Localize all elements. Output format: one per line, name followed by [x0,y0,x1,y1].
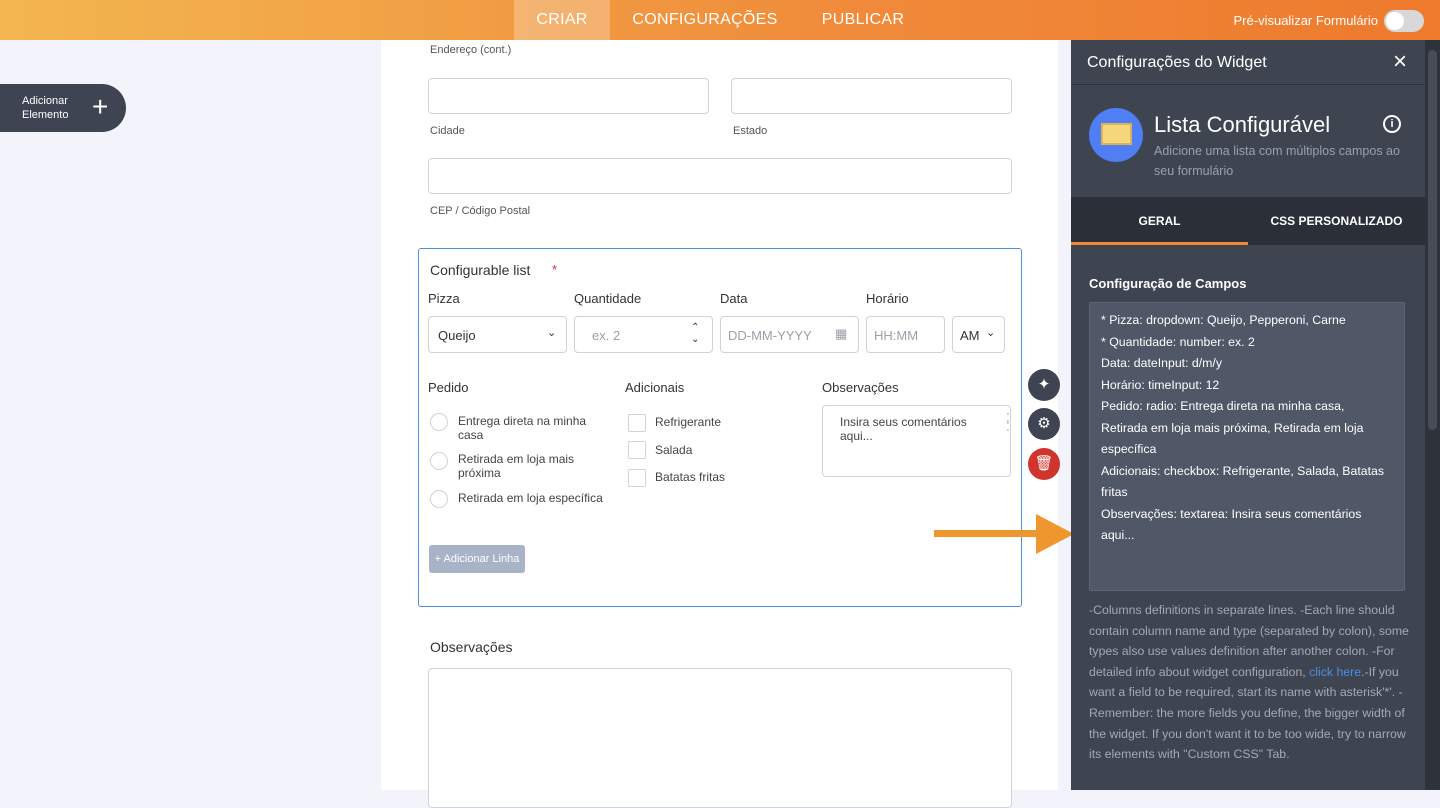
observacoes-label: Observações [430,639,513,655]
observacoes-textarea[interactable]: Insira seus comentários aqui... [822,405,1011,477]
adicionais-label: Adicionais [625,380,685,395]
observacoes-col-label: Observações [822,380,899,395]
widget-name: Lista Configurável [1154,112,1331,137]
tab-css[interactable]: CSS PERSONALIZADO [1248,197,1425,245]
zip-input[interactable] [428,158,1012,194]
add-row-button[interactable]: + Adicionar Linha [429,545,525,573]
plus-icon: + [92,91,109,122]
widget-icon [1089,108,1143,162]
tab-publicar[interactable]: PUBLICAR [808,0,918,40]
radio-label: Retirada em loja mais próxima [458,452,575,480]
time-placeholder: HH:MM [874,328,919,343]
pizza-select[interactable]: Queijo ⌄ [428,316,567,353]
chevron-down-icon: ⌄ [986,327,996,339]
checkbox[interactable] [628,441,646,459]
col-quantidade: Quantidade [574,291,642,306]
help-text-part: .-If you want a field to be required, st… [1089,664,1406,762]
list-title: Configurable list [430,262,531,278]
required-asterisk: * [552,262,558,277]
chevron-down-icon: ⌄ [547,327,557,339]
config-line: Horário: timeInput: 12 [1101,377,1220,392]
col-data: Data [720,291,748,306]
state-label: Estado [733,125,768,137]
config-line: Adicionais: checkbox: Refrigerante, Sala… [1101,463,1384,500]
quantity-input[interactable]: ex. 2 ⌃ ⌄ [574,316,713,353]
add-element-label: Adicionar Elemento [22,95,69,121]
widget-description: Adicione uma lista com múltiplos campos … [1154,144,1400,178]
city-input[interactable] [428,78,709,114]
panel-tabs: GERAL CSS PERSONALIZADO [1071,197,1425,245]
calendar-icon[interactable]: ▦ [835,326,847,342]
gear-icon[interactable]: ⚙ [1028,408,1060,440]
pedido-label: Pedido [428,380,469,395]
checkbox-label: Refrigerante [655,415,722,429]
widget-settings-panel: Configurações do Widget × Lista Configur… [1071,40,1425,790]
observacoes-field[interactable] [428,668,1012,808]
address-cont-label: Endereço (cont.) [430,44,512,56]
add-element-button[interactable]: Adicionar Elemento + [0,84,126,132]
date-placeholder: DD-MM-YYYY [728,328,812,343]
ampm-value: AM [960,328,980,343]
fields-config-textarea[interactable]: * Pizza: dropdown: Queijo, Pepperoni, Ca… [1089,302,1405,591]
config-line: Data: dateInput: d/m/y [1101,356,1222,370]
config-line: * Pizza: dropdown: Queijo, Pepperoni, Ca… [1101,313,1346,327]
radio-option[interactable] [430,413,448,431]
radio-label: Entrega direta na minha casa [458,414,587,442]
section-title: Configuração de Campos [1089,276,1247,291]
click-here-link[interactable]: click here [1309,665,1361,679]
panel-header: Configurações do Widget × [1071,40,1425,85]
radio-option[interactable] [430,452,448,470]
checkbox[interactable] [628,469,646,487]
checkbox-label: Salada [655,443,693,457]
date-input[interactable]: DD-MM-YYYY ▦ [720,316,859,353]
config-line: * Quantidade: number: ex. 2 [1101,334,1255,349]
radio-option[interactable] [430,490,448,508]
panel-title: Configurações do Widget [1087,54,1267,71]
radio-label: Retirada em loja específica [458,491,603,505]
preview-toggle[interactable] [1384,10,1424,32]
col-horario: Horário [866,291,909,306]
checkbox[interactable] [628,414,646,432]
config-line: Pedido: radio: Entrega direta na minha c… [1101,399,1364,456]
stepper-icon[interactable]: ⌃ ⌄ [691,322,699,346]
arrow-annotation-icon [934,514,1074,554]
preview-label: Pré-visualizar Formulário [1233,13,1378,28]
close-icon[interactable]: × [1393,48,1407,76]
config-line: Observações: textarea: Insira seus comen… [1101,506,1362,543]
city-label: Cidade [430,125,465,137]
time-input[interactable]: HH:MM [866,316,945,353]
quantity-placeholder: ex. 2 [592,328,621,343]
drag-handle-icon[interactable]: ⁚ ⁚ [1006,412,1010,433]
tab-criar[interactable]: CRIAR [514,0,610,40]
pizza-value: Queijo [438,328,476,343]
magic-wand-icon[interactable]: ✦ [1028,369,1060,401]
panel-scrollbar[interactable] [1425,40,1440,790]
col-pizza: Pizza [428,291,460,306]
info-icon[interactable]: i [1383,115,1401,133]
tab-geral[interactable]: GERAL [1071,197,1248,245]
trash-icon[interactable]: 🗑 [1028,448,1060,480]
checkbox-label: Batatas fritas [655,470,726,484]
tab-configuracoes[interactable]: CONFIGURAÇÕES [620,0,790,40]
textarea-placeholder: Insira seus comentários aqui... [840,415,967,443]
zip-label: CEP / Código Postal [430,205,531,217]
state-input[interactable] [731,78,1012,114]
top-bar: CRIAR CONFIGURAÇÕES PUBLICAR Pré-visuali… [0,0,1440,40]
help-text: -Columns definitions in separate lines. … [1089,600,1411,765]
ampm-select[interactable]: AM ⌄ [952,316,1005,353]
